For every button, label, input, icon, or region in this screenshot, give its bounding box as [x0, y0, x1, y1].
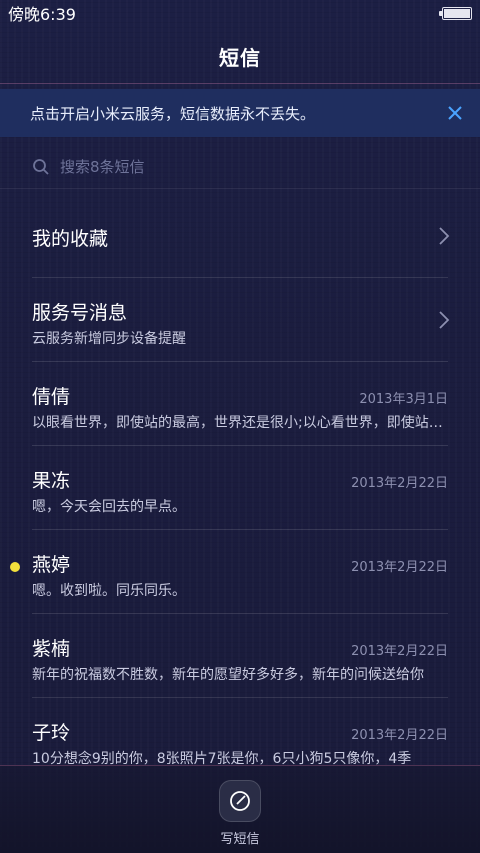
title-bar: 短信 — [0, 30, 480, 84]
status-time: 傍晚6:39 — [8, 5, 76, 24]
compose-icon — [230, 791, 250, 811]
compose-label: 写短信 — [220, 832, 260, 847]
contact-name: 子玲 — [32, 722, 71, 744]
page-title: 短信 — [219, 46, 261, 70]
close-icon[interactable] — [446, 104, 464, 122]
message-date: 2013年2月22日 — [351, 476, 448, 491]
chevron-right-icon — [439, 227, 450, 245]
message-preview: 嗯，今天会回去的早点。 — [32, 499, 186, 515]
search-input[interactable] — [60, 157, 440, 176]
search-icon — [33, 158, 49, 175]
message-preview: 嗯。收到啦。同乐同乐。 — [32, 583, 186, 599]
cloud-service-banner[interactable]: 点击开启小米云服务，短信数据永不丢失。 — [0, 89, 480, 137]
message-date: 2013年2月22日 — [351, 728, 448, 743]
conversation-item[interactable]: 倩倩 2013年3月1日 以眼看世界，即使站的最高，世界还是很小;以心看世界，即… — [32, 362, 448, 446]
message-list: 我的收藏 服务号消息 云服务新增同步设备提醒 倩倩 2013年3月1日 以眼看世… — [0, 194, 480, 782]
conversation-item[interactable]: 燕婷 2013年2月22日 嗯。收到啦。同乐同乐。 — [10, 530, 448, 614]
conversation-item[interactable]: 果冻 2013年2月22日 嗯，今天会回去的早点。 — [32, 446, 448, 530]
contact-name: 紫楠 — [32, 638, 71, 660]
message-date: 2013年2月22日 — [351, 560, 448, 575]
message-date: 2013年3月1日 — [359, 392, 448, 407]
bottom-bar: 写短信 — [0, 765, 480, 853]
service-subtitle: 云服务新增同步设备提醒 — [32, 331, 186, 347]
chevron-right-icon — [439, 311, 450, 329]
favorites-title: 我的收藏 — [32, 228, 109, 250]
contact-name: 倩倩 — [32, 386, 71, 408]
banner-text: 点击开启小米云服务，短信数据永不丢失。 — [30, 104, 316, 123]
status-bar: 傍晚6:39 — [0, 0, 480, 26]
conversation-item[interactable]: 紫楠 2013年2月22日 新年的祝福数不胜数，新年的愿望好多好多，新年的问候送… — [32, 614, 448, 698]
message-preview: 新年的祝福数不胜数，新年的愿望好多好多，新年的问候送给你 — [32, 667, 424, 683]
service-messages-item[interactable]: 服务号消息 云服务新增同步设备提醒 — [32, 278, 450, 362]
contact-name: 燕婷 — [32, 554, 71, 576]
contact-name: 果冻 — [32, 470, 71, 492]
battery-icon — [439, 6, 472, 20]
message-date: 2013年2月22日 — [351, 644, 448, 659]
unread-indicator — [10, 562, 20, 572]
favorites-item[interactable]: 我的收藏 — [32, 194, 450, 278]
compose-button[interactable] — [219, 780, 261, 822]
message-preview: 以眼看世界，即使站的最高，世界还是很小;以心看世界，即使站的最低，世界也是无限大 — [32, 415, 448, 431]
service-title: 服务号消息 — [32, 302, 128, 324]
search-bar[interactable] — [0, 145, 480, 189]
